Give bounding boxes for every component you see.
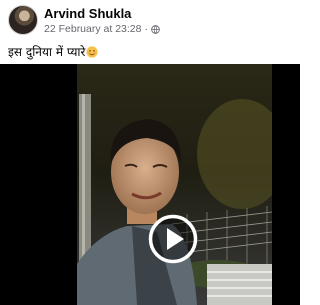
author-avatar[interactable]	[8, 5, 38, 35]
post-header: Arvind Shukla 22 February at 23:28 ·	[0, 0, 300, 40]
post-timestamp[interactable]: 22 February at 23:28	[44, 23, 141, 35]
meta-separator: ·	[144, 23, 148, 35]
globe-icon[interactable]	[151, 24, 160, 34]
post-message: इस दुनिया में प्यारे	[8, 45, 86, 59]
video-player[interactable]	[0, 64, 300, 305]
video-thumbnail[interactable]	[77, 64, 272, 305]
play-icon[interactable]	[148, 214, 198, 264]
post-text: इस दुनिया में प्यारे	[8, 43, 99, 60]
post-meta: 22 February at 23:28 ·	[44, 23, 160, 35]
smiling-face-emoji	[86, 45, 99, 58]
author-name[interactable]: Arvind Shukla	[44, 6, 131, 21]
